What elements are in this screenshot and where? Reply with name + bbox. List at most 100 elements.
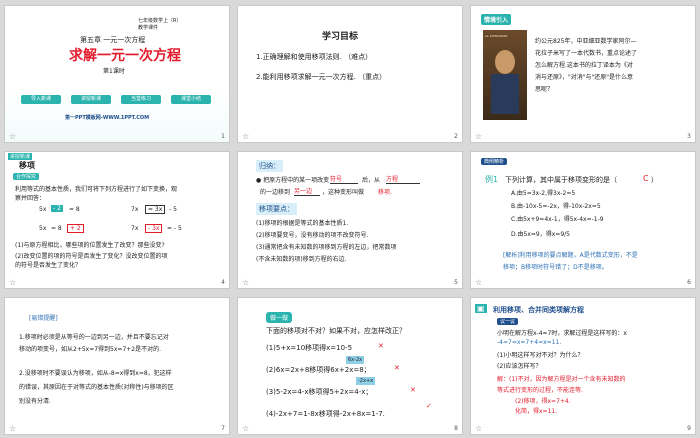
warning-line-6: 别没有分清. — [19, 398, 51, 405]
eq1-right: = 8 — [69, 206, 80, 213]
check-icon: ✓ — [426, 402, 432, 410]
step-pill-2[interactable]: 讲授新课 — [71, 95, 111, 104]
star-icon[interactable]: ☆ — [9, 424, 16, 433]
topic-title: 移项 — [19, 161, 35, 170]
slide-number: 6 — [687, 279, 691, 286]
try-it-question: 下面的移项对不对？如果不对，应怎样改正？ — [266, 327, 406, 335]
star-icon[interactable]: ☆ — [475, 424, 482, 433]
cross-icon: ✕ — [394, 364, 400, 372]
analysis-line-1: [解析]利用移项的要点解题，A是代数式变形，不是 — [503, 252, 638, 259]
try-eq-2: (2)6x=2x+8移项得6x+2x=8； — [266, 366, 371, 374]
story-line-5: 思呢？ — [535, 86, 554, 93]
slide-9[interactable]: ▣ 利用移项、合并同类项解方程 议一议 小明在解方程x-4=7时，求解过程是这样… — [470, 297, 696, 435]
discuss-tag: 议一议 — [497, 318, 519, 325]
rule-blank-2: 方程 — [386, 174, 420, 184]
eq1-moved-term: - 2 — [51, 205, 63, 212]
eq1-left: 5x — [39, 206, 47, 213]
grade-label: 七年级数学上（R） — [138, 18, 182, 24]
warning-line-4: 2.没移项时不要误认为移项，如从-8=x得到x=8，犯这样 — [19, 370, 172, 377]
warning-line-5: 的错误，其原因在于对等式的基本性质(对称性)与移项的区 — [19, 384, 174, 391]
star-icon[interactable]: ☆ — [242, 424, 249, 433]
slide-7[interactable]: [易错提醒] 1.移项时必须是从等号的一边到另一边，并且不要忘记对 移动的项变号… — [4, 297, 230, 435]
section-label: 讲授新课 — [8, 153, 33, 160]
goal-item-2: 2.能利用移项求解一元一次方程. （重点） — [256, 73, 387, 81]
point-4: (不含未知数的项)移到方程的右边. — [256, 256, 347, 263]
star-icon[interactable]: ☆ — [475, 132, 482, 141]
section-title: 利用移项、合并同类项解方程 — [493, 306, 584, 314]
slide-number: 8 — [454, 425, 458, 432]
slide-2[interactable]: 学习目标 1.正确理解和使用移项法则. （难点） 2.能利用移项求解一元一次方程… — [237, 5, 463, 143]
warning-tag: [易错提醒] — [29, 315, 58, 322]
try-eq-1: (1)5+x=10移项得x=10-5 — [266, 344, 353, 352]
step-pill-4[interactable]: 课堂小结 — [171, 95, 211, 104]
option-a[interactable]: A.由5=3x-2,得3x-2=5 — [511, 188, 575, 197]
slide-title: 求解一元一次方程 — [69, 48, 181, 64]
question-2: (2)改变位置的项的符号是否发生了变化？没改变位置的项 — [15, 253, 168, 260]
section-tag: 情境引入 — [481, 14, 512, 25]
star-icon[interactable]: ☆ — [475, 278, 482, 287]
discuss-line-4: (2)应该怎样写？ — [497, 363, 542, 370]
point-3: (3)通常把含有未知数的项移到方程的左边，把常数项 — [256, 244, 397, 251]
step-pill-3[interactable]: 当堂练习 — [121, 95, 161, 104]
discuss-line-2: -4=7=x=7+4=x=11. — [497, 339, 562, 346]
slide-1[interactable]: 七年级数学上（R） 教学课件 第五章 一元一次方程 求解一元一次方程 第1课时 … — [4, 5, 230, 143]
slide-4[interactable]: 讲授新课 移项 合作探究 利用等式的基本性质，我们可将下列方程进行了如下变换，观… — [4, 151, 230, 289]
eq2-left: 7x — [131, 206, 139, 213]
discuss-line-3: (1)小明这样写对不对？为什么？ — [497, 352, 584, 359]
answer-line-2: 等式进行变形的过程，不能连等. — [497, 387, 583, 394]
intro-line-2: 察并回答： — [15, 195, 46, 202]
star-icon[interactable]: ☆ — [242, 278, 249, 287]
fix-term-2: -2x+x — [356, 377, 376, 385]
star-icon[interactable]: ☆ — [242, 132, 249, 141]
rule-part-4: ，这种变形叫做 — [322, 189, 365, 196]
example-question-end: ） — [651, 176, 658, 184]
slide-number: 4 — [221, 279, 225, 286]
slide-8[interactable]: 做一做 下面的移项对不对？如果不对，应怎样改正？ (1)5+x=10移项得x=1… — [237, 297, 463, 435]
slide-grid: 七年级数学上（R） 教学课件 第五章 一元一次方程 求解一元一次方程 第1课时 … — [0, 0, 700, 438]
slide-heading: 学习目标 — [322, 32, 359, 42]
goal-item-1: 1.正确理解和使用移项法则. （难点） — [256, 53, 373, 61]
intro-line-1: 利用等式的基本性质，我们可将下列方程进行了如下变换，观 — [15, 186, 178, 193]
eq2-moved-term: = 3x — [145, 205, 166, 214]
star-icon[interactable]: ☆ — [9, 132, 16, 141]
period-label: 第1课时 — [103, 68, 125, 75]
warning-line-2: 移动的项变号，如从2+5x=7得到5x=7+2是不对的. — [19, 346, 162, 353]
rule-blank-1: 符号 — [330, 174, 358, 184]
slide-3[interactable]: 情境引入 AL-KHWARIZMI 约公元825年，中亚细亚数学家阿尔— 花拉子… — [470, 5, 696, 143]
fix-term-1: 6x-2x — [346, 356, 365, 364]
try-eq-4: (4)-2x+7=1-8x移项得-2x+8x=1-7. — [266, 410, 385, 418]
cross-icon: ✕ — [410, 386, 416, 394]
point-1: (1)移项的根据是等式的基本性质1. — [256, 220, 349, 227]
try-it-tag: 做一做 — [266, 312, 293, 323]
slide-number: 5 — [454, 279, 458, 286]
rule-blank-4: 移项. — [378, 189, 392, 196]
points-tag: 移项要点： — [256, 203, 297, 215]
example-question: 下列计算，其中属于移项变形的是（ — [505, 176, 617, 184]
portrait-caption: AL-KHWARIZMI — [485, 34, 508, 38]
slide-number: 3 — [687, 133, 691, 140]
eq3-mid: = 8 — [51, 225, 62, 232]
try-eq-3: (3)5-2x=4-x移项得5+2x=4-x； — [266, 388, 373, 396]
slide-5[interactable]: 归纳： ● 把原方程中的某一项改变 符号 后，从 方程 的一边移到 另一边 ，这… — [237, 151, 463, 289]
courseware-label: 教学课件 — [138, 25, 159, 31]
step-pill-1[interactable]: 导入新课 — [21, 95, 61, 104]
chapter-label: 第五章 一元一次方程 — [80, 36, 146, 44]
slide-number: 2 — [454, 133, 458, 140]
option-c[interactable]: C.由5x+9=4x-1，得5x-4x=-1-9 — [511, 214, 604, 223]
warning-line-1: 1.移项时必须是从等号的一边到另一边，并且不要忘记对 — [19, 334, 169, 341]
slide-number: 1 — [221, 133, 225, 140]
eq4-right: = - 5 — [167, 225, 182, 232]
summary-tag: 归纳： — [256, 160, 283, 172]
answer-line-4: 化简，得x=11. — [515, 408, 558, 415]
rule-blank-3: 另一边 — [294, 186, 320, 196]
slide-6[interactable]: 典例精析 例1 下列计算，其中属于移项变形的是（ C ） A.由5=3x-2,得… — [470, 151, 696, 289]
question-1: (1)与原方程相比，哪些项的位置发生了改变？那些没变? — [15, 242, 165, 249]
eq3-left: 5x — [39, 225, 47, 232]
option-b[interactable]: B.由-10x-5=-2x，得-10x-2x=5 — [511, 201, 601, 210]
point-2: (2)移项要变号，没有移动的项不改变符号. — [256, 232, 369, 239]
question-3: 的符号是否发生了变化？ — [15, 262, 82, 269]
eq4-left: 7x — [131, 225, 139, 232]
example-answer: C — [643, 174, 649, 183]
star-icon[interactable]: ☆ — [9, 278, 16, 287]
option-d[interactable]: D.由5x=9，得x=9/5 — [511, 229, 570, 238]
